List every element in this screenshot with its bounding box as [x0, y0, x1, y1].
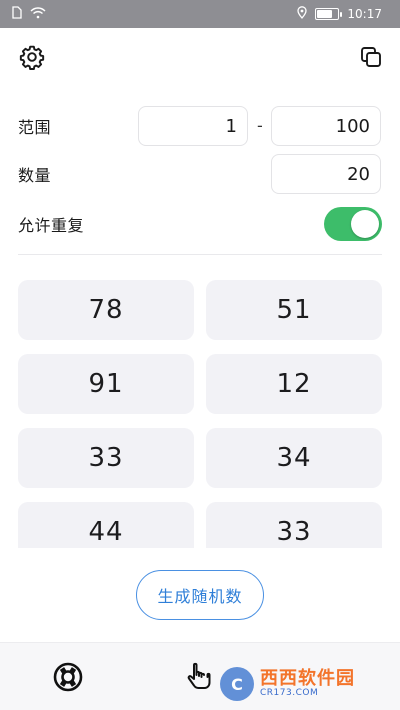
result-cell[interactable]: 91	[18, 354, 194, 414]
count-label: 数量	[18, 166, 52, 185]
result-cell[interactable]: 78	[18, 280, 194, 340]
lifebuoy-button[interactable]	[52, 661, 84, 693]
hand-pointer-icon	[185, 662, 215, 697]
status-right: 10:17	[297, 6, 382, 22]
generate-button[interactable]: 生成随机数	[136, 570, 264, 620]
sim-icon	[12, 6, 22, 22]
results-grid: 78 51 91 12 33 34 44 33	[18, 280, 382, 548]
status-bar: 10:17	[0, 0, 400, 28]
result-cell[interactable]: 33	[206, 502, 382, 548]
watermark-sub: CR173.COM	[260, 687, 319, 698]
wifi-icon	[30, 6, 46, 22]
result-cell[interactable]: 12	[206, 354, 382, 414]
status-left	[12, 6, 46, 22]
watermark-main: 西西软件园	[260, 667, 355, 689]
range-label: 范围	[18, 118, 52, 137]
result-cell[interactable]: 33	[18, 428, 194, 488]
allow-repeat-row: 允许重复	[18, 206, 382, 242]
results-scroll-area[interactable]: 78 51 91 12 33 34 44 33	[18, 280, 382, 548]
watermark-text: 西西软件园 CR173.COM	[260, 667, 355, 698]
count-row: 数量 20	[18, 154, 382, 194]
gear-icon	[19, 44, 45, 74]
divider	[18, 254, 382, 255]
range-row: 范围 1 - 100	[18, 106, 382, 146]
toggle-knob	[351, 210, 379, 238]
range-separator: -	[257, 116, 263, 135]
toolbar	[0, 28, 400, 92]
battery-icon	[315, 8, 343, 20]
copy-button[interactable]	[354, 42, 388, 76]
allow-repeat-label: 允许重复	[18, 216, 85, 235]
range-min-input[interactable]: 1	[138, 106, 248, 146]
settings-button[interactable]	[15, 42, 49, 76]
location-icon	[297, 6, 308, 22]
count-input[interactable]: 20	[271, 154, 381, 194]
status-time: 10:17	[347, 7, 382, 21]
allow-repeat-toggle[interactable]	[324, 207, 382, 241]
range-max-input[interactable]: 100	[271, 106, 381, 146]
result-cell[interactable]: 34	[206, 428, 382, 488]
result-cell[interactable]: 51	[206, 280, 382, 340]
tap-button[interactable]	[185, 661, 215, 693]
result-cell[interactable]: 44	[18, 502, 194, 548]
watermark-logo: C 西西软件园 CR173.COM	[220, 664, 380, 704]
copy-icon	[359, 45, 383, 73]
lifebuoy-icon	[52, 662, 84, 697]
watermark-badge-icon: C	[220, 667, 254, 701]
